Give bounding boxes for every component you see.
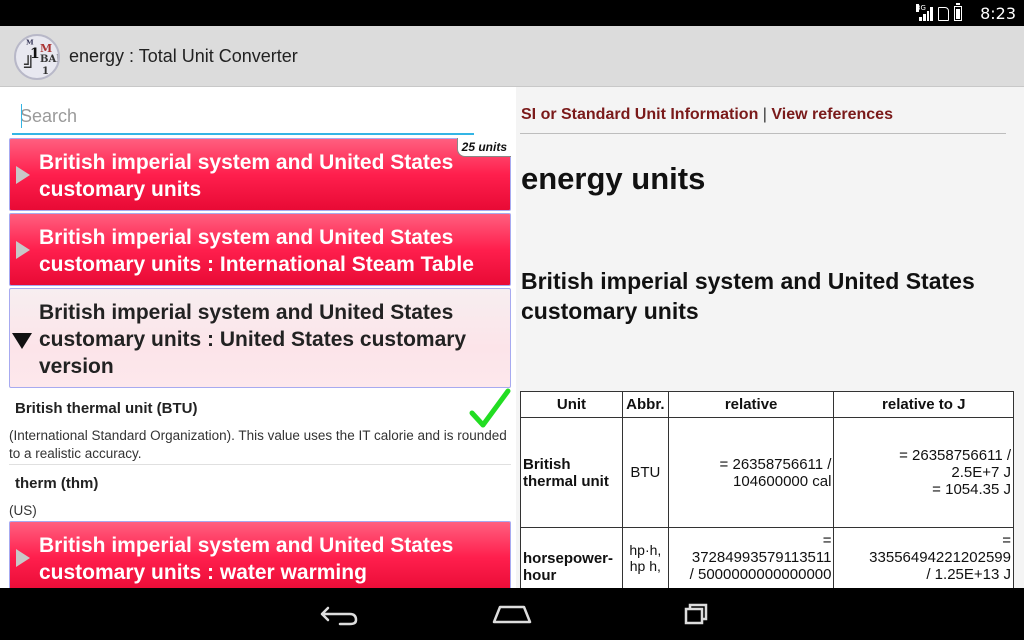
cell-line: = 1054.35 J (932, 481, 1011, 498)
table-row: British thermal unit BTU = 26358756611 /… (520, 417, 1014, 528)
unit-name: therm (thm) (15, 475, 99, 492)
unit-description: (US) (9, 503, 37, 518)
checkmark-icon (469, 388, 511, 428)
category-item-imperial-us[interactable]: British imperial system and United State… (9, 138, 511, 211)
cell-line: 104600000 cal (733, 472, 832, 490)
category-label: British imperial system and United State… (39, 534, 454, 584)
category-item-steam-table[interactable]: British imperial system and United State… (9, 213, 511, 286)
expand-arrow-icon (16, 241, 30, 259)
category-label: British imperial system and United State… (39, 226, 474, 276)
category-item-us-customary[interactable]: British imperial system and United State… (9, 288, 511, 388)
unit-name: British thermal unit (BTU) (15, 400, 198, 417)
sim-card-icon (938, 7, 949, 21)
home-icon[interactable] (482, 596, 542, 632)
table-cell-relative-j: = 26358756611 / 2.5E+7 J = 1054.35 J (833, 417, 1014, 528)
back-icon[interactable] (310, 596, 370, 632)
info-links: SI or Standard Unit Information | View r… (521, 106, 893, 124)
table-cell-unit: horsepower-hour (520, 527, 623, 588)
status-icons: 3G (916, 3, 962, 21)
content-area: British imperial system and United State… (0, 87, 1024, 588)
cell-line: = 26358756611 / (719, 455, 832, 473)
status-bar: 3G 8:23 (0, 0, 1024, 26)
si-info-link[interactable]: SI or Standard Unit Information (521, 106, 758, 123)
table-cell-relative: = 37284993579113511 / 5000000000000000 (667, 527, 835, 588)
table-cell-relative: = 26358756611 / 104600000 cal (667, 417, 835, 528)
list-divider (9, 464, 511, 465)
cell-line: 37284993579113511 (691, 549, 832, 566)
category-label: British imperial system and United State… (39, 151, 454, 201)
unit-description: (International Standard Organization). T… (9, 428, 507, 461)
expand-arrow-icon (16, 549, 30, 567)
table-cell-unit: British thermal unit (520, 417, 623, 528)
cell-line: / 5000000000000000 (689, 566, 832, 583)
expand-arrow-icon (16, 166, 30, 184)
table-cell-abbr: BTU (621, 417, 669, 528)
unit-info-panel: SI or Standard Unit Information | View r… (516, 87, 1024, 588)
cell-line: 2.5E+7 J (951, 464, 1011, 481)
recent-apps-icon[interactable] (664, 596, 724, 632)
table-cell-relative-j: = 33556494221202599 / 1.25E+13 J (833, 527, 1014, 588)
page-heading: energy units (521, 161, 706, 196)
category-item-water-warming[interactable]: British imperial system and United State… (9, 521, 511, 588)
column-header: Abbr. (621, 391, 669, 418)
search-box[interactable] (12, 101, 474, 135)
unit-item-therm[interactable]: therm (thm) (US) (0, 470, 516, 520)
cell-line: 33556494221202599 (869, 549, 1011, 566)
search-input[interactable] (12, 101, 474, 131)
units-count-badge: 25 units (456, 138, 511, 157)
column-header: Unit (520, 391, 623, 418)
category-label: British imperial system and United State… (39, 301, 467, 378)
cell-line: = (822, 532, 832, 549)
cell-line: = (1002, 532, 1011, 549)
signal-icon: 3G (916, 4, 933, 21)
column-header: relative to J (833, 391, 1014, 418)
search-caret (21, 104, 22, 128)
app-title: energy : Total Unit Converter (69, 46, 298, 66)
battery-icon (954, 3, 962, 21)
app-logo-icon[interactable]: ᴹ 1 M ╝ BAI 1 (14, 34, 60, 80)
table-header-row: Unit Abbr. relative relative to J (520, 391, 1014, 418)
table-cell-abbr: hp·h, hp h, (621, 527, 669, 588)
view-references-link[interactable]: View references (771, 106, 893, 123)
unit-item-btu[interactable]: British thermal unit (BTU) (Internationa… (0, 395, 516, 465)
section-heading: British imperial system and United State… (521, 268, 975, 324)
link-separator: | (762, 106, 767, 123)
status-time: 8:23 (980, 4, 1016, 23)
cell-line: / 1.25E+13 J (926, 566, 1011, 583)
cell-line: = 26358756611 / (899, 447, 1011, 464)
navigation-bar (0, 588, 1024, 640)
collapse-arrow-icon (12, 333, 32, 349)
info-divider (520, 133, 1006, 134)
unit-table: Unit Abbr. relative relative to J Britis… (520, 391, 1014, 588)
action-bar: ᴹ 1 M ╝ BAI 1 energy : Total Unit Conver… (0, 26, 1024, 87)
unit-list-panel: British imperial system and United State… (0, 87, 516, 588)
column-header: relative (667, 391, 835, 418)
table-row: horsepower-hour hp·h, hp h, = 3728499357… (520, 527, 1014, 588)
network-type-label: 3G (916, 4, 926, 12)
